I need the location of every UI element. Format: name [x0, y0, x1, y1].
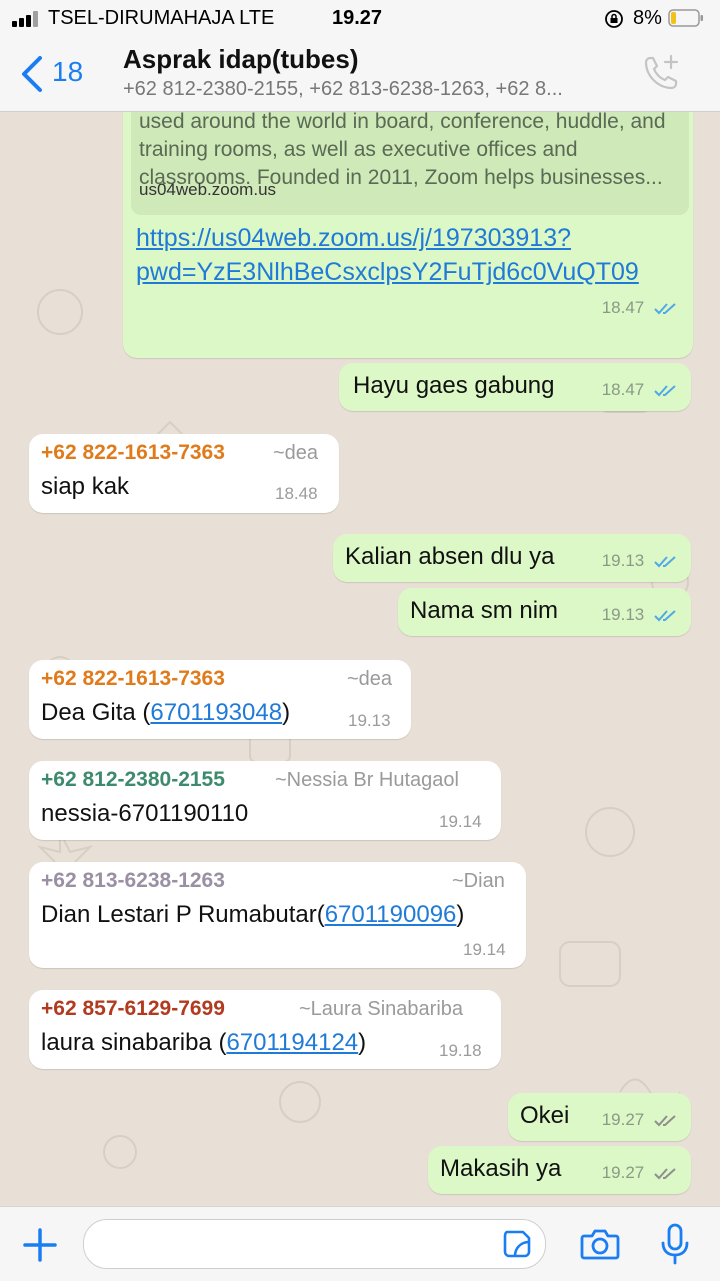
sender-phone[interactable]: +62 813-6238-1263 — [41, 869, 225, 893]
status-time: 19.27 — [332, 7, 383, 29]
message-bubble-outgoing[interactable]: Kalian absen dlu ya 19.13 — [333, 534, 691, 582]
nim-link[interactable]: 6701193048 — [150, 699, 282, 726]
sender-alias: ~dea — [273, 442, 319, 464]
message-text-part: ) — [358, 1029, 367, 1056]
carrier-name: TSEL-DIRUMAHAJA LTE — [48, 7, 275, 29]
message-text: Dian Lestari P Rumabutar(6701190096) — [41, 901, 464, 929]
message-text: Kalian absen dlu ya — [345, 543, 555, 570]
sender-alias: ~Nessia Br Hutagaol — [275, 769, 459, 791]
unread-count: 18 — [52, 56, 84, 87]
message-bubble-incoming[interactable]: +62 822-1613-7363 ~dea siap kak 18.48 — [29, 434, 339, 513]
message-bubble-incoming[interactable]: +62 857-6129-7699 ~Laura Sinabariba laur… — [29, 990, 501, 1069]
message-bubble-outgoing[interactable]: Okei 19.27 — [508, 1093, 691, 1141]
message-time: 18.47 — [602, 298, 679, 318]
message-time: 19.27 — [602, 1163, 679, 1183]
sender-phone[interactable]: +62 857-6129-7699 — [41, 997, 225, 1021]
camera-icon[interactable] — [580, 1227, 620, 1261]
message-time: 18.47 — [602, 380, 679, 400]
message-bubble-incoming[interactable]: +62 812-2380-2155 ~Nessia Br Hutagaol ne… — [29, 761, 501, 840]
status-bar: TSEL-DIRUMAHAJA LTE 19.27 8% — [0, 0, 720, 38]
message-text: Okei — [520, 1102, 570, 1129]
back-button[interactable]: 18 — [18, 52, 98, 96]
read-ticks-icon — [654, 555, 676, 567]
time-label: 19.27 — [601, 1163, 645, 1182]
add-call-icon[interactable] — [638, 52, 682, 96]
message-time: 19.13 — [348, 711, 391, 730]
time-label: 19.13 — [601, 605, 645, 624]
read-ticks-icon — [654, 302, 676, 314]
message-text-part: laura sinabariba ( — [41, 1029, 227, 1056]
message-time: 19.18 — [439, 1041, 482, 1060]
read-ticks-icon — [654, 384, 676, 396]
sender-phone[interactable]: +62 812-2380-2155 — [41, 768, 225, 792]
nim-link[interactable]: 6701190096 — [325, 901, 457, 928]
time-label: 18.47 — [601, 298, 645, 317]
message-text: Dea Gita (6701193048) — [41, 699, 290, 727]
sender-phone[interactable]: +62 822-1613-7363 — [41, 441, 225, 465]
message-time: 19.14 — [463, 940, 506, 959]
battery-icon — [668, 9, 703, 27]
chat-area[interactable]: the original software-based conference r… — [0, 112, 720, 1206]
message-text-part: Dea Gita ( — [41, 699, 151, 726]
message-bubble-outgoing[interactable]: Makasih ya 19.27 — [428, 1146, 691, 1194]
microphone-icon[interactable] — [660, 1223, 690, 1265]
chevron-left-icon — [22, 56, 42, 92]
message-bubble-outgoing[interactable]: Hayu gaes gabung 18.47 — [339, 363, 691, 411]
plus-icon[interactable] — [22, 1227, 58, 1263]
battery-percent: 8% — [633, 7, 662, 29]
message-bubble-outgoing[interactable]: the original software-based conference r… — [123, 112, 693, 358]
zoom-link[interactable]: https://us04web.zoom.us/j/197303913? — [136, 224, 571, 253]
nim-link[interactable]: 6701194124 — [226, 1029, 358, 1056]
delivered-ticks-icon — [654, 1114, 676, 1126]
message-text-part: ) — [282, 699, 291, 726]
orientation-lock-icon — [605, 10, 623, 28]
message-text: Makasih ya — [440, 1155, 562, 1182]
message-time: 18.48 — [275, 484, 318, 503]
time-label: 18.47 — [601, 380, 645, 399]
read-ticks-icon — [654, 609, 676, 621]
message-text: Nama sm nim — [410, 597, 559, 624]
zoom-link-continued[interactable]: pwd=YzE3NlhBeCsxclpsY2FuTjd6c0VuQT09 — [136, 258, 639, 287]
message-text-part: Dian Lestari P Rumabutar( — [41, 901, 325, 928]
sender-alias: ~dea — [347, 668, 393, 690]
time-label: 19.27 — [601, 1110, 645, 1129]
message-input[interactable] — [83, 1219, 546, 1269]
message-text: siap kak — [41, 473, 130, 500]
message-text: Hayu gaes gabung — [353, 372, 555, 399]
message-time: 19.13 — [602, 605, 679, 625]
delivered-ticks-icon — [654, 1167, 676, 1179]
message-bubble-outgoing[interactable]: Nama sm nim 19.13 — [398, 588, 691, 636]
message-text-part: ) — [456, 901, 465, 928]
message-text: laura sinabariba (6701194124) — [41, 1029, 366, 1057]
sender-alias: ~Laura Sinabariba — [299, 998, 464, 1020]
group-title[interactable]: Asprak idap(tubes) — [123, 44, 359, 75]
sender-phone[interactable]: +62 822-1613-7363 — [41, 667, 225, 691]
sender-alias: ~Dian — [452, 870, 505, 892]
signal-strength-icon — [12, 11, 42, 27]
message-time: 19.13 — [602, 551, 679, 571]
message-text: nessia-6701190110 — [41, 800, 249, 827]
message-input-bar — [0, 1206, 720, 1281]
time-label: 19.13 — [601, 551, 645, 570]
message-bubble-incoming[interactable]: +62 813-6238-1263 ~Dian Dian Lestari P R… — [29, 862, 526, 968]
sticker-icon[interactable] — [501, 1228, 533, 1260]
chat-header: 18 Asprak idap(tubes) +62 812-2380-2155,… — [0, 38, 720, 112]
group-members[interactable]: +62 812-2380-2155, +62 813-6238-1263, +6… — [123, 78, 633, 101]
link-preview-domain: us04web.zoom.us — [139, 180, 277, 199]
message-bubble-incoming[interactable]: +62 822-1613-7363 ~dea Dea Gita (6701193… — [29, 660, 411, 739]
link-preview-card[interactable]: the original software-based conference r… — [131, 112, 689, 215]
message-time: 19.27 — [602, 1110, 679, 1130]
message-time: 19.14 — [439, 812, 482, 831]
